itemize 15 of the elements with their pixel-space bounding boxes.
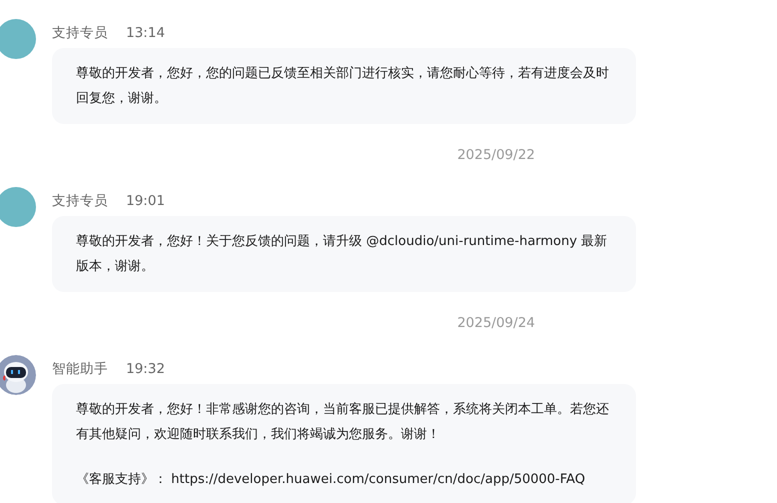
message-time: 13:14 <box>126 24 165 43</box>
message-time: 19:32 <box>126 360 165 379</box>
robot-avatar-icon <box>0 355 36 395</box>
message-text: 《客服支持》： https://developer.huawei.com/consumer/cn/doc/app/50000-FAQ <box>76 471 586 489</box>
sender-name: 支持专员 <box>52 24 108 43</box>
date-divider: 2025/09/22 <box>456 146 536 165</box>
message-text: 尊敬的开发者，您好，您的问题已反馈至相关部门进行核实，请您耐心等待，若有进度会及时回复您，谢谢。 <box>76 65 610 108</box>
sender-name: 智能助手 <box>52 360 108 379</box>
message-time: 19:01 <box>126 192 165 211</box>
sender-name: 支持专员 <box>52 192 108 211</box>
avatar-photo-placeholder <box>0 19 36 59</box>
message-text: 尊敬的开发者，您好！关于您反馈的问题，请升级 @dcloudio/uni-runtime-harmony 最新版本，谢谢。 <box>76 233 608 276</box>
message-text: 尊敬的开发者，您好！非常感谢您的咨询，当前客服已提供解答，系统将关闭本工单。若您还有其他疑问，欢迎随时联系我们，我们将竭诚为您服务。谢谢！ <box>76 401 610 444</box>
avatar-photo-placeholder <box>0 187 36 227</box>
date-divider: 2025/09/24 <box>456 314 536 333</box>
